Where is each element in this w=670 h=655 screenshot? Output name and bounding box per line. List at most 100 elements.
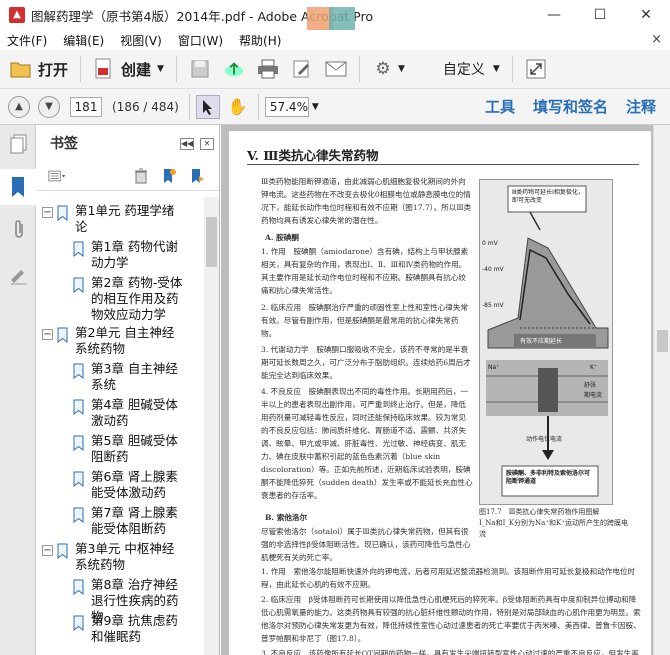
bookmarks-panel-icon[interactable] [0, 169, 36, 205]
bookmark-item[interactable]: 第6章 肾上腺素能受体激动药 [72, 469, 202, 501]
figure-caption-title: 图17.7 Ⅲ类抗心律失常药物作用图解 [479, 508, 600, 516]
subheading-amiodarone: A. 胺碘酮 [265, 233, 299, 242]
menu-file[interactable]: 文件(F) [0, 32, 55, 49]
previous-page-button[interactable]: ▲ [8, 95, 30, 118]
expand-bookmark-icon[interactable] [188, 168, 206, 184]
hand-tool-icon[interactable]: ✋ [226, 95, 250, 119]
figure-phase-current-label: 期电流 [584, 392, 603, 399]
bookmark-item[interactable]: 第9章 抗焦虑药和催眠药 [72, 613, 202, 645]
bookmark-label: 第4章 胆碱受体激动药 [91, 397, 178, 428]
chevron-down-icon: ▼ [397, 64, 405, 74]
menu-help[interactable]: 帮助(H) [231, 32, 289, 49]
figure-prolong-label: 有效不应期延长 [520, 338, 563, 345]
bookmark-label: 第7章 肾上腺素能受体阻断药 [91, 505, 178, 536]
subheading-sotalol: B. 索他洛尔 [265, 513, 308, 522]
close-document-button[interactable]: × [651, 32, 662, 47]
collapse-panel-icon[interactable]: ◀◀ [180, 138, 194, 150]
bookmark-item[interactable]: 第7章 肾上腺素能受体阻断药 [72, 505, 202, 537]
page-thumbnails-icon[interactable] [8, 133, 30, 155]
customize-button[interactable]: 自定义 ▼ [431, 54, 506, 84]
bookmark-item[interactable]: − 第1单元 药理学绪论 [42, 203, 202, 235]
bookmarks-panel: 书签 ◀◀ ✕ − 第1单元 药理学绪论 第1章 药物代谢动力学 第2章 药物-… [36, 125, 220, 655]
gear-icon: ⚙ [375, 59, 391, 79]
save-button[interactable] [183, 54, 217, 84]
menu-view[interactable]: 视图(V) [112, 32, 170, 49]
expand-icon [525, 58, 547, 80]
new-bookmark-icon[interactable] [160, 168, 178, 184]
paragraph-a2: 2. 临床应用 胺碘酮治疗严重的顽固性室上性和室性心律失常有效。尽管有副作用，但… [261, 303, 469, 338]
bookmarks-header: 书签 ◀◀ ✕ [36, 125, 219, 161]
chevron-down-icon[interactable]: ▼ [312, 102, 319, 112]
bookmark-item[interactable]: 第3章 自主神经系统 [72, 361, 202, 393]
bookmark-icon [57, 543, 68, 559]
email-button[interactable] [319, 54, 353, 84]
figure-na-label: Na⁺ [488, 364, 500, 371]
bookmark-item[interactable]: 第1章 药物代谢动力学 [72, 239, 202, 271]
paragraph-a3: 3. 代谢动力学 胺碘酮口服吸收不完全，该药不寻常的是半衰期可延长数周之久，可广… [261, 345, 471, 380]
create-button[interactable]: 创建 ▼ [87, 54, 170, 84]
heading-rule [247, 164, 639, 165]
print-button[interactable] [251, 54, 285, 84]
bookmark-label: 第6章 肾上腺素能受体激动药 [91, 469, 178, 500]
menu-bar: 文件(F) 编辑(E) 视图(V) 窗口(W) 帮助(H) × [0, 30, 670, 50]
bookmark-item[interactable]: − 第3单元 中枢神经系统药物 [42, 541, 202, 573]
bookmark-label: 第9章 抗焦虑药和催眠药 [91, 613, 178, 644]
collapse-toggle-icon[interactable]: − [42, 329, 53, 340]
create-pdf-icon [93, 58, 115, 80]
bookmark-icon [73, 277, 84, 293]
fill-sign-link[interactable]: 填写和签名 [533, 96, 608, 117]
minimize-button[interactable]: — [531, 0, 577, 30]
pencil-page-icon [291, 58, 313, 80]
fullscreen-button[interactable] [519, 54, 553, 84]
collapse-toggle-icon[interactable]: − [42, 545, 53, 556]
section-heading: V. Ⅲ类抗心律失常药物 [247, 148, 379, 163]
attachments-icon[interactable] [8, 219, 30, 241]
navigation-toolbar: ▲ ▼ 181 (186 / 484) ✋ 57.4% ▼ 工具 填写和签名 注… [0, 89, 670, 125]
maximize-button[interactable]: ☐ [577, 0, 623, 30]
scrollbar-thumb[interactable] [657, 330, 668, 352]
save-icon [189, 58, 211, 80]
page-number-input[interactable]: 181 [70, 96, 102, 117]
figure-caption-note: I_Na和I_K分别为Na⁺和K⁺运动所产生的跨膜电流 [479, 519, 628, 538]
bookmarks-toolbar [36, 161, 219, 191]
delete-bookmark-icon[interactable] [132, 168, 150, 184]
bookmark-item[interactable]: − 第2单元 自主神经系统药物 [42, 325, 202, 357]
figure-17-7: Ⅲ类药物可延长Ⅰ相复极化，即可无改变 0 mV -40 mV -85 mV 有效… [479, 179, 613, 505]
bookmark-label: 第2单元 自主神经系统药物 [75, 325, 175, 356]
options-menu-icon[interactable] [48, 168, 66, 184]
bookmark-icon [57, 205, 68, 221]
printer-icon [257, 58, 279, 80]
zoom-input[interactable]: 57.4% [264, 96, 309, 117]
bookmarks-scrollbar[interactable] [204, 197, 219, 655]
close-button[interactable]: ✕ [623, 0, 669, 30]
upload-button[interactable] [217, 54, 251, 84]
bookmark-item[interactable]: 第4章 胆碱受体激动药 [72, 397, 202, 429]
select-tool-icon[interactable] [195, 94, 220, 119]
bookmark-icon [73, 399, 84, 415]
menu-window[interactable]: 窗口(W) [170, 32, 231, 49]
scrollbar-thumb[interactable] [206, 217, 217, 267]
signatures-icon[interactable] [8, 265, 30, 287]
bookmarks-title: 书签 [50, 136, 78, 152]
bookmark-icon [73, 615, 84, 631]
figure-label-0mv: 0 mV [482, 240, 498, 247]
zoom-control[interactable]: 57.4% ▼ [264, 96, 319, 117]
edit-button[interactable] [285, 54, 319, 84]
customize-label: 自定义 [442, 62, 485, 78]
document-view[interactable]: V. Ⅲ类抗心律失常药物 Ⅲ类药物能阻断钾通道，由此减弱心肌细胞复极化期间的外向… [221, 125, 653, 655]
comment-link[interactable]: 注释 [626, 96, 656, 117]
chevron-down-icon: ▼ [157, 64, 164, 74]
collapse-toggle-icon[interactable]: − [42, 207, 53, 218]
figure-k-label: K⁺ [590, 364, 598, 371]
tools-link[interactable]: 工具 [485, 96, 515, 117]
open-button[interactable]: 打开 [4, 54, 74, 84]
bookmark-icon [73, 579, 84, 595]
open-label: 打开 [38, 60, 69, 79]
settings-button[interactable]: ⚙ ▼ [366, 54, 411, 84]
close-panel-icon[interactable]: ✕ [200, 138, 214, 150]
menu-edit[interactable]: 编辑(E) [55, 32, 112, 49]
bookmark-item[interactable]: 第2章 药物-受体的相互作用及药物效应动力学 [72, 275, 202, 323]
document-scrollbar[interactable] [653, 125, 670, 655]
next-page-button[interactable]: ▼ [38, 95, 60, 118]
bookmark-item[interactable]: 第5章 胆碱受体阻断药 [72, 433, 202, 465]
